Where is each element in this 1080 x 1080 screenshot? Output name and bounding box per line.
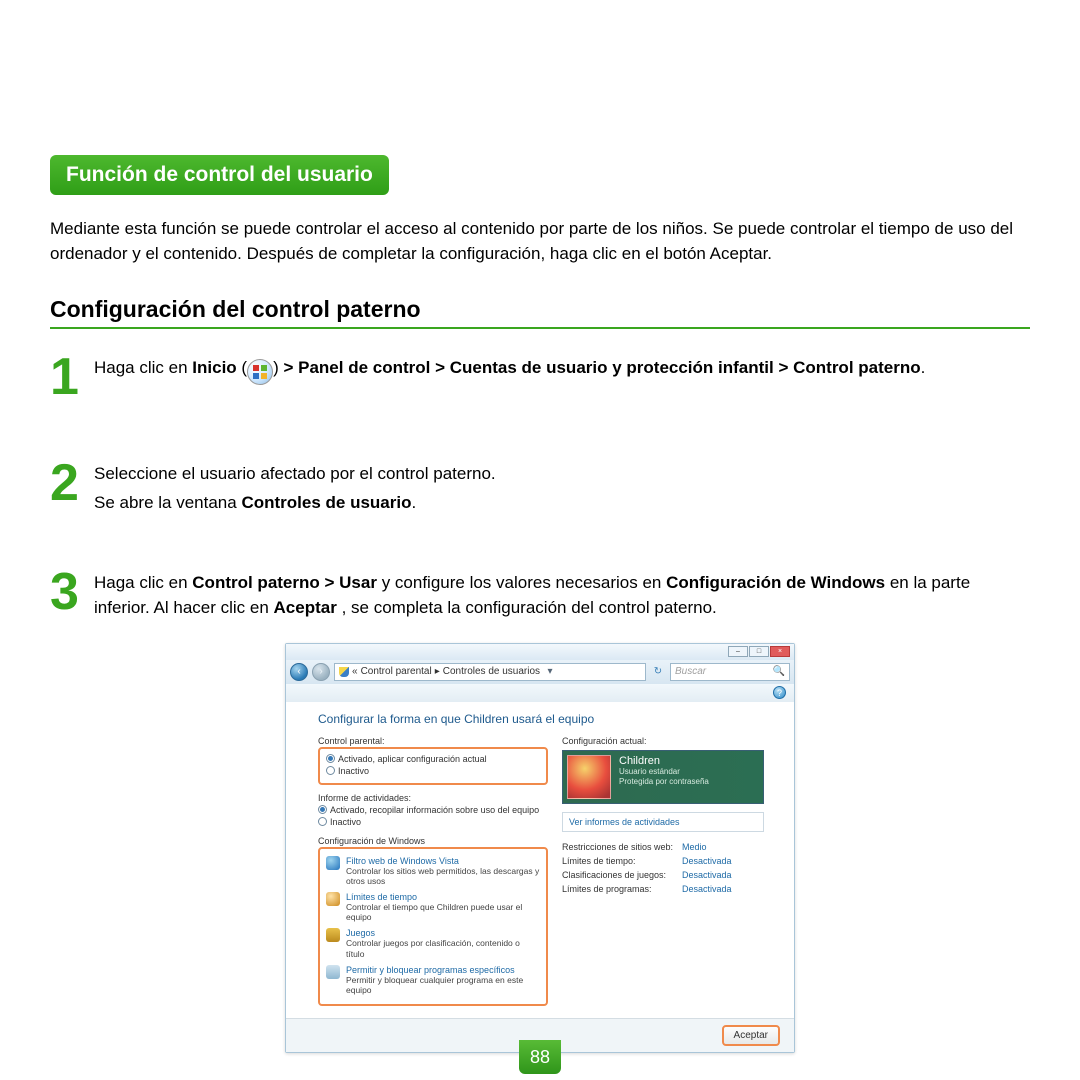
page-number: 88 xyxy=(519,1040,561,1074)
radio-on-icon xyxy=(326,754,335,763)
step-1-pre: Haga clic en xyxy=(94,358,192,377)
radio-activado[interactable]: Activado, aplicar configuración actual xyxy=(326,753,540,765)
step-1-inicio: Inicio xyxy=(192,358,236,377)
forward-button[interactable]: › xyxy=(312,663,330,681)
s3t4: Configuración de Windows xyxy=(666,573,885,592)
parental-controls-window: – □ × ‹ › « Control parental ▸ Controles… xyxy=(285,643,795,1054)
breadcrumb[interactable]: « Control parental ▸ Controles de usuari… xyxy=(334,663,646,681)
section-title: Función de control del usuario xyxy=(50,155,389,195)
item-games[interactable]: Juegos Controlar juegos por clasificació… xyxy=(326,925,540,961)
step-2-line2-bold: Controles de usuario xyxy=(241,493,411,512)
control-parental-label: Control parental: xyxy=(318,736,548,746)
control-parental-group: Activado, aplicar configuración actual I… xyxy=(318,747,548,785)
windows-logo-icon xyxy=(247,359,273,385)
back-button[interactable]: ‹ xyxy=(290,663,308,681)
shield-icon xyxy=(339,667,349,677)
view-reports-link[interactable]: Ver informes de actividades xyxy=(562,812,764,832)
radio-off-icon xyxy=(326,766,335,775)
step-2-number: 2 xyxy=(50,459,88,520)
search-placeholder: Buscar xyxy=(675,666,706,677)
s3t2: Control paterno > Usar xyxy=(192,573,377,592)
maximize-button[interactable]: □ xyxy=(749,646,769,657)
summary-web: Restricciones de sitios web: Medio xyxy=(562,840,764,854)
breadcrumb-1: Control parental xyxy=(361,666,432,677)
summary-games: Clasificaciones de juegos: Desactivada xyxy=(562,868,764,882)
config-windows-group: Filtro web de Windows Vista Controlar lo… xyxy=(318,847,548,1007)
s3t7: , se completa la configuración del contr… xyxy=(342,598,717,617)
summary-apps: Límites de programas: Desactivada xyxy=(562,882,764,896)
step-2: 2 Seleccione el usuario afectado por el … xyxy=(50,459,1030,520)
step-3-number: 3 xyxy=(50,568,88,625)
item-web-filter[interactable]: Filtro web de Windows Vista Controlar lo… xyxy=(326,853,540,889)
window-toolbar: ? xyxy=(286,684,794,702)
step-1-number: 1 xyxy=(50,353,88,402)
s3t6: Aceptar xyxy=(274,598,337,617)
user-type: Usuario estándar xyxy=(619,767,709,777)
minimize-button[interactable]: – xyxy=(728,646,748,657)
window-titlebar: – □ × xyxy=(286,644,794,660)
accept-button[interactable]: Aceptar xyxy=(722,1025,780,1046)
radio-informe-on[interactable]: Activado, recopilar información sobre us… xyxy=(318,804,548,816)
user-card: Children Usuario estándar Protegida por … xyxy=(562,750,764,804)
radio-inactivo[interactable]: Inactivo xyxy=(326,765,540,777)
avatar xyxy=(567,755,611,799)
step-3: 3 Haga clic en Control paterno > Usar y … xyxy=(50,568,1030,625)
search-input[interactable]: Buscar 🔍 xyxy=(670,663,790,681)
close-button[interactable]: × xyxy=(770,646,790,657)
breadcrumb-2: Controles de usuarios xyxy=(443,666,540,677)
summary-time: Límites de tiempo: Desactivada xyxy=(562,854,764,868)
item-programs[interactable]: Permitir y bloquear programas específico… xyxy=(326,962,540,998)
informe-label: Informe de actividades: xyxy=(318,793,548,803)
clock-icon xyxy=(326,892,340,906)
radio-off-icon xyxy=(318,817,327,826)
app-icon xyxy=(326,965,340,979)
config-windows-label: Configuración de Windows xyxy=(318,836,548,846)
search-icon: 🔍 xyxy=(773,666,785,677)
radio-informe-off[interactable]: Inactivo xyxy=(318,816,548,828)
user-name: Children xyxy=(619,755,709,767)
globe-icon xyxy=(326,856,340,870)
intro-text: Mediante esta función se puede controlar… xyxy=(50,217,1030,266)
user-protected: Protegida por contraseña xyxy=(619,777,709,787)
radio-on-icon xyxy=(318,805,327,814)
step-1: 1 Haga clic en Inicio () > Panel de cont… xyxy=(50,353,1030,402)
window-heading: Configurar la forma en que Children usar… xyxy=(318,712,764,726)
subheading: Configuración del control paterno xyxy=(50,296,1030,329)
s3t1: Haga clic en xyxy=(94,573,192,592)
step-2-line1: Seleccione el usuario afectado por el co… xyxy=(94,461,496,487)
config-actual-label: Configuración actual: xyxy=(562,736,764,746)
help-icon[interactable]: ? xyxy=(773,686,786,699)
game-icon xyxy=(326,928,340,942)
breadcrumb-dropdown-icon[interactable]: ▾ xyxy=(543,666,557,677)
s3t3: y configure los valores necesarios en xyxy=(382,573,666,592)
step-2-line2-pre: Se abre la ventana xyxy=(94,493,241,512)
address-bar: ‹ › « Control parental ▸ Controles de us… xyxy=(286,660,794,684)
refresh-icon[interactable]: ↻ xyxy=(650,666,666,677)
item-time-limits[interactable]: Límites de tiempo Controlar el tiempo qu… xyxy=(326,889,540,925)
step-1-post: > Panel de control > Cuentas de usuario … xyxy=(283,358,920,377)
